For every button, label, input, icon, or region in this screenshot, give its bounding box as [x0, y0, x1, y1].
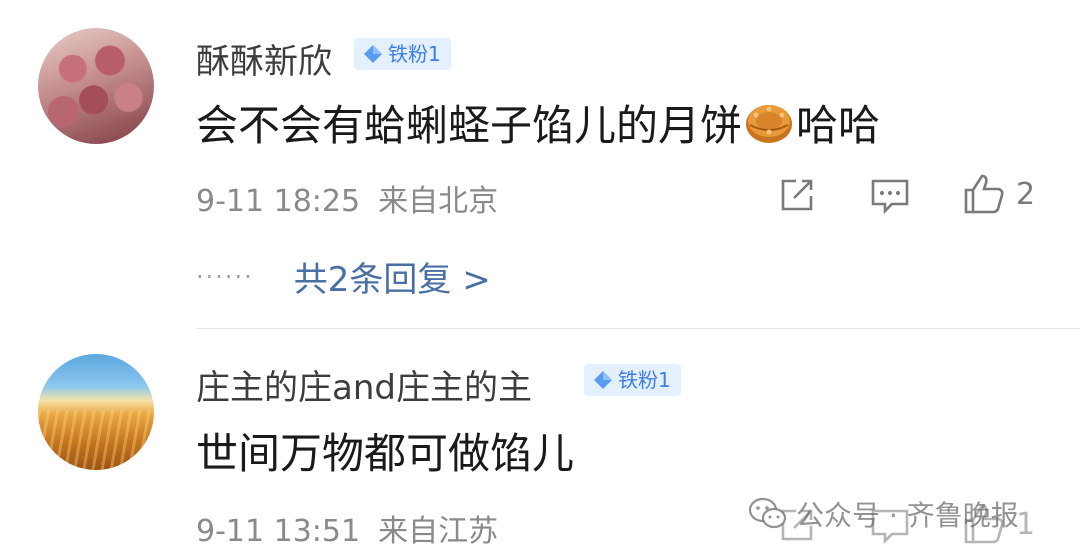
comment-button[interactable]	[870, 178, 910, 214]
diamond-icon	[364, 45, 382, 63]
comment-meta: 9-11 18:25 来自北京	[196, 176, 498, 220]
like-button[interactable]: 2	[962, 172, 1035, 216]
username[interactable]: 庄主的庄and庄主的主	[196, 360, 532, 409]
thumbs-up-icon	[964, 174, 1004, 214]
replies-label: 共2条回复 >	[293, 260, 491, 300]
comment-location: 来自北京	[378, 184, 499, 219]
fan-badge[interactable]: 铁粉1	[584, 364, 681, 396]
avatar[interactable]	[38, 28, 154, 144]
view-replies-link[interactable]: ······ 共2条回复 >	[196, 252, 491, 301]
comment-date: 9-11 18:25	[196, 184, 361, 219]
comment-item: 酥酥新欣 铁粉1 会不会有蛤蜊蛏子馅儿的月饼 哈哈 9-11 18:25 来自北京	[0, 0, 1080, 330]
badge-label: 铁粉1	[618, 368, 671, 392]
comment-text-part: 会不会有蛤蜊蛏子馅儿的月饼	[196, 100, 743, 150]
share-button[interactable]	[778, 176, 816, 214]
watermark: 公众号 · 齐鲁晚报	[748, 494, 1019, 534]
comment-text: 世间万物都可做馅儿	[196, 429, 575, 478]
diamond-icon	[594, 371, 612, 389]
replies-dots: ······	[196, 262, 254, 291]
like-count: 2	[1016, 176, 1036, 212]
share-edit-icon	[781, 179, 813, 211]
wechat-icon	[748, 497, 787, 529]
comment-meta: 9-11 13:51 来自江苏	[196, 506, 498, 550]
username[interactable]: 酥酥新欣	[196, 34, 332, 83]
fan-badge[interactable]: 铁粉1	[354, 38, 451, 70]
comment-text: 会不会有蛤蜊蛏子馅儿的月饼 哈哈	[196, 94, 880, 150]
comment-location: 来自江苏	[378, 514, 499, 549]
comment-date: 9-11 13:51	[196, 514, 361, 549]
mooncake-emoji-icon	[746, 105, 793, 143]
comment-text-part: 哈哈	[796, 100, 881, 150]
watermark-text: 公众号 · 齐鲁晚报	[796, 499, 1019, 532]
comment-divider	[196, 328, 1080, 329]
badge-label: 铁粉1	[388, 42, 441, 66]
avatar[interactable]	[38, 354, 154, 470]
like-count: 1	[1016, 506, 1036, 542]
comment-icon	[871, 179, 909, 214]
